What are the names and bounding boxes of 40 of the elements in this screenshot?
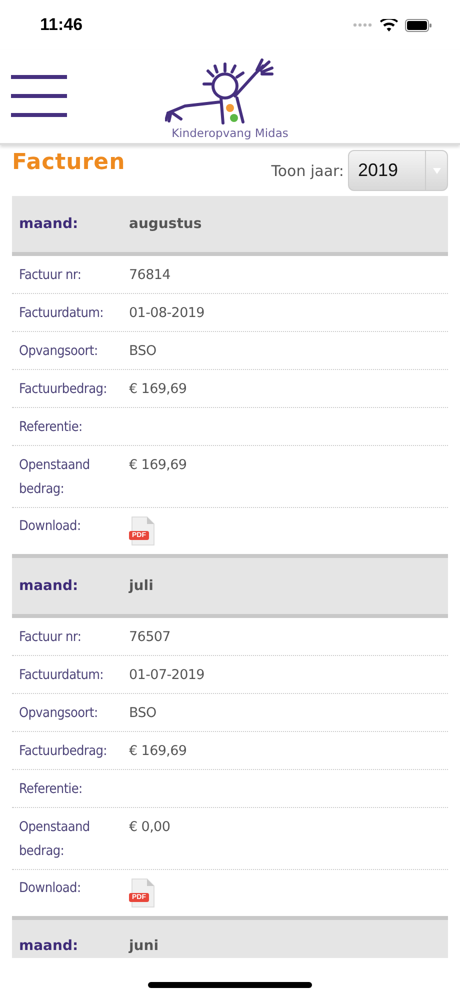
row-label: Factuurdatum: <box>19 666 104 685</box>
status-time: 11:46 <box>40 15 83 35</box>
row-label: Openstaand bedrag: <box>19 818 91 861</box>
menu-button[interactable] <box>11 75 67 117</box>
wifi-icon <box>380 18 398 32</box>
month-label: maand: <box>19 578 80 594</box>
month-value: juni <box>129 938 159 954</box>
row-label: Download: <box>19 879 82 898</box>
month-value: augustus <box>129 216 202 232</box>
page-title: Facturen <box>12 150 126 175</box>
row-label: Referentie: <box>19 418 84 437</box>
month-value: juli <box>129 578 154 594</box>
row-label: Opvangsoort: <box>19 342 99 361</box>
row-label: Factuur nr: <box>19 628 82 647</box>
row-label: Openstaand bedrag: <box>19 456 91 499</box>
row-label: Referentie: <box>19 780 84 799</box>
row-label: Factuurbedrag: <box>19 742 108 761</box>
row-value: 76814 <box>129 266 170 285</box>
year-select[interactable]: 2019 <box>348 150 448 191</box>
caret-icon <box>432 168 440 174</box>
row-value: BSO <box>129 342 156 361</box>
row-value: € 169,69 <box>129 380 187 399</box>
row-value: € 0,00 <box>129 818 170 837</box>
row-value: 76507 <box>129 628 170 647</box>
signal-icon <box>353 23 373 27</box>
year-label: Toon jaar: <box>271 162 344 180</box>
row-label: Factuurdatum: <box>19 304 104 323</box>
row-value: € 169,69 <box>129 742 187 761</box>
month-label: maand: <box>19 216 80 232</box>
row-label: Factuur nr: <box>19 266 82 285</box>
row-value: € 169,69 <box>129 456 187 475</box>
row-value: 01-07-2019 <box>129 666 204 685</box>
month-label: maand: <box>19 938 80 954</box>
battery-icon <box>405 18 432 32</box>
row-value: 01-08-2019 <box>129 304 204 323</box>
row-label: Download: <box>19 517 82 536</box>
row-value: BSO <box>129 704 156 723</box>
row-label: Factuurbedrag: <box>19 380 108 399</box>
logo-text: Kinderopvang Midas <box>172 126 288 140</box>
row-label: Opvangsoort: <box>19 704 99 723</box>
